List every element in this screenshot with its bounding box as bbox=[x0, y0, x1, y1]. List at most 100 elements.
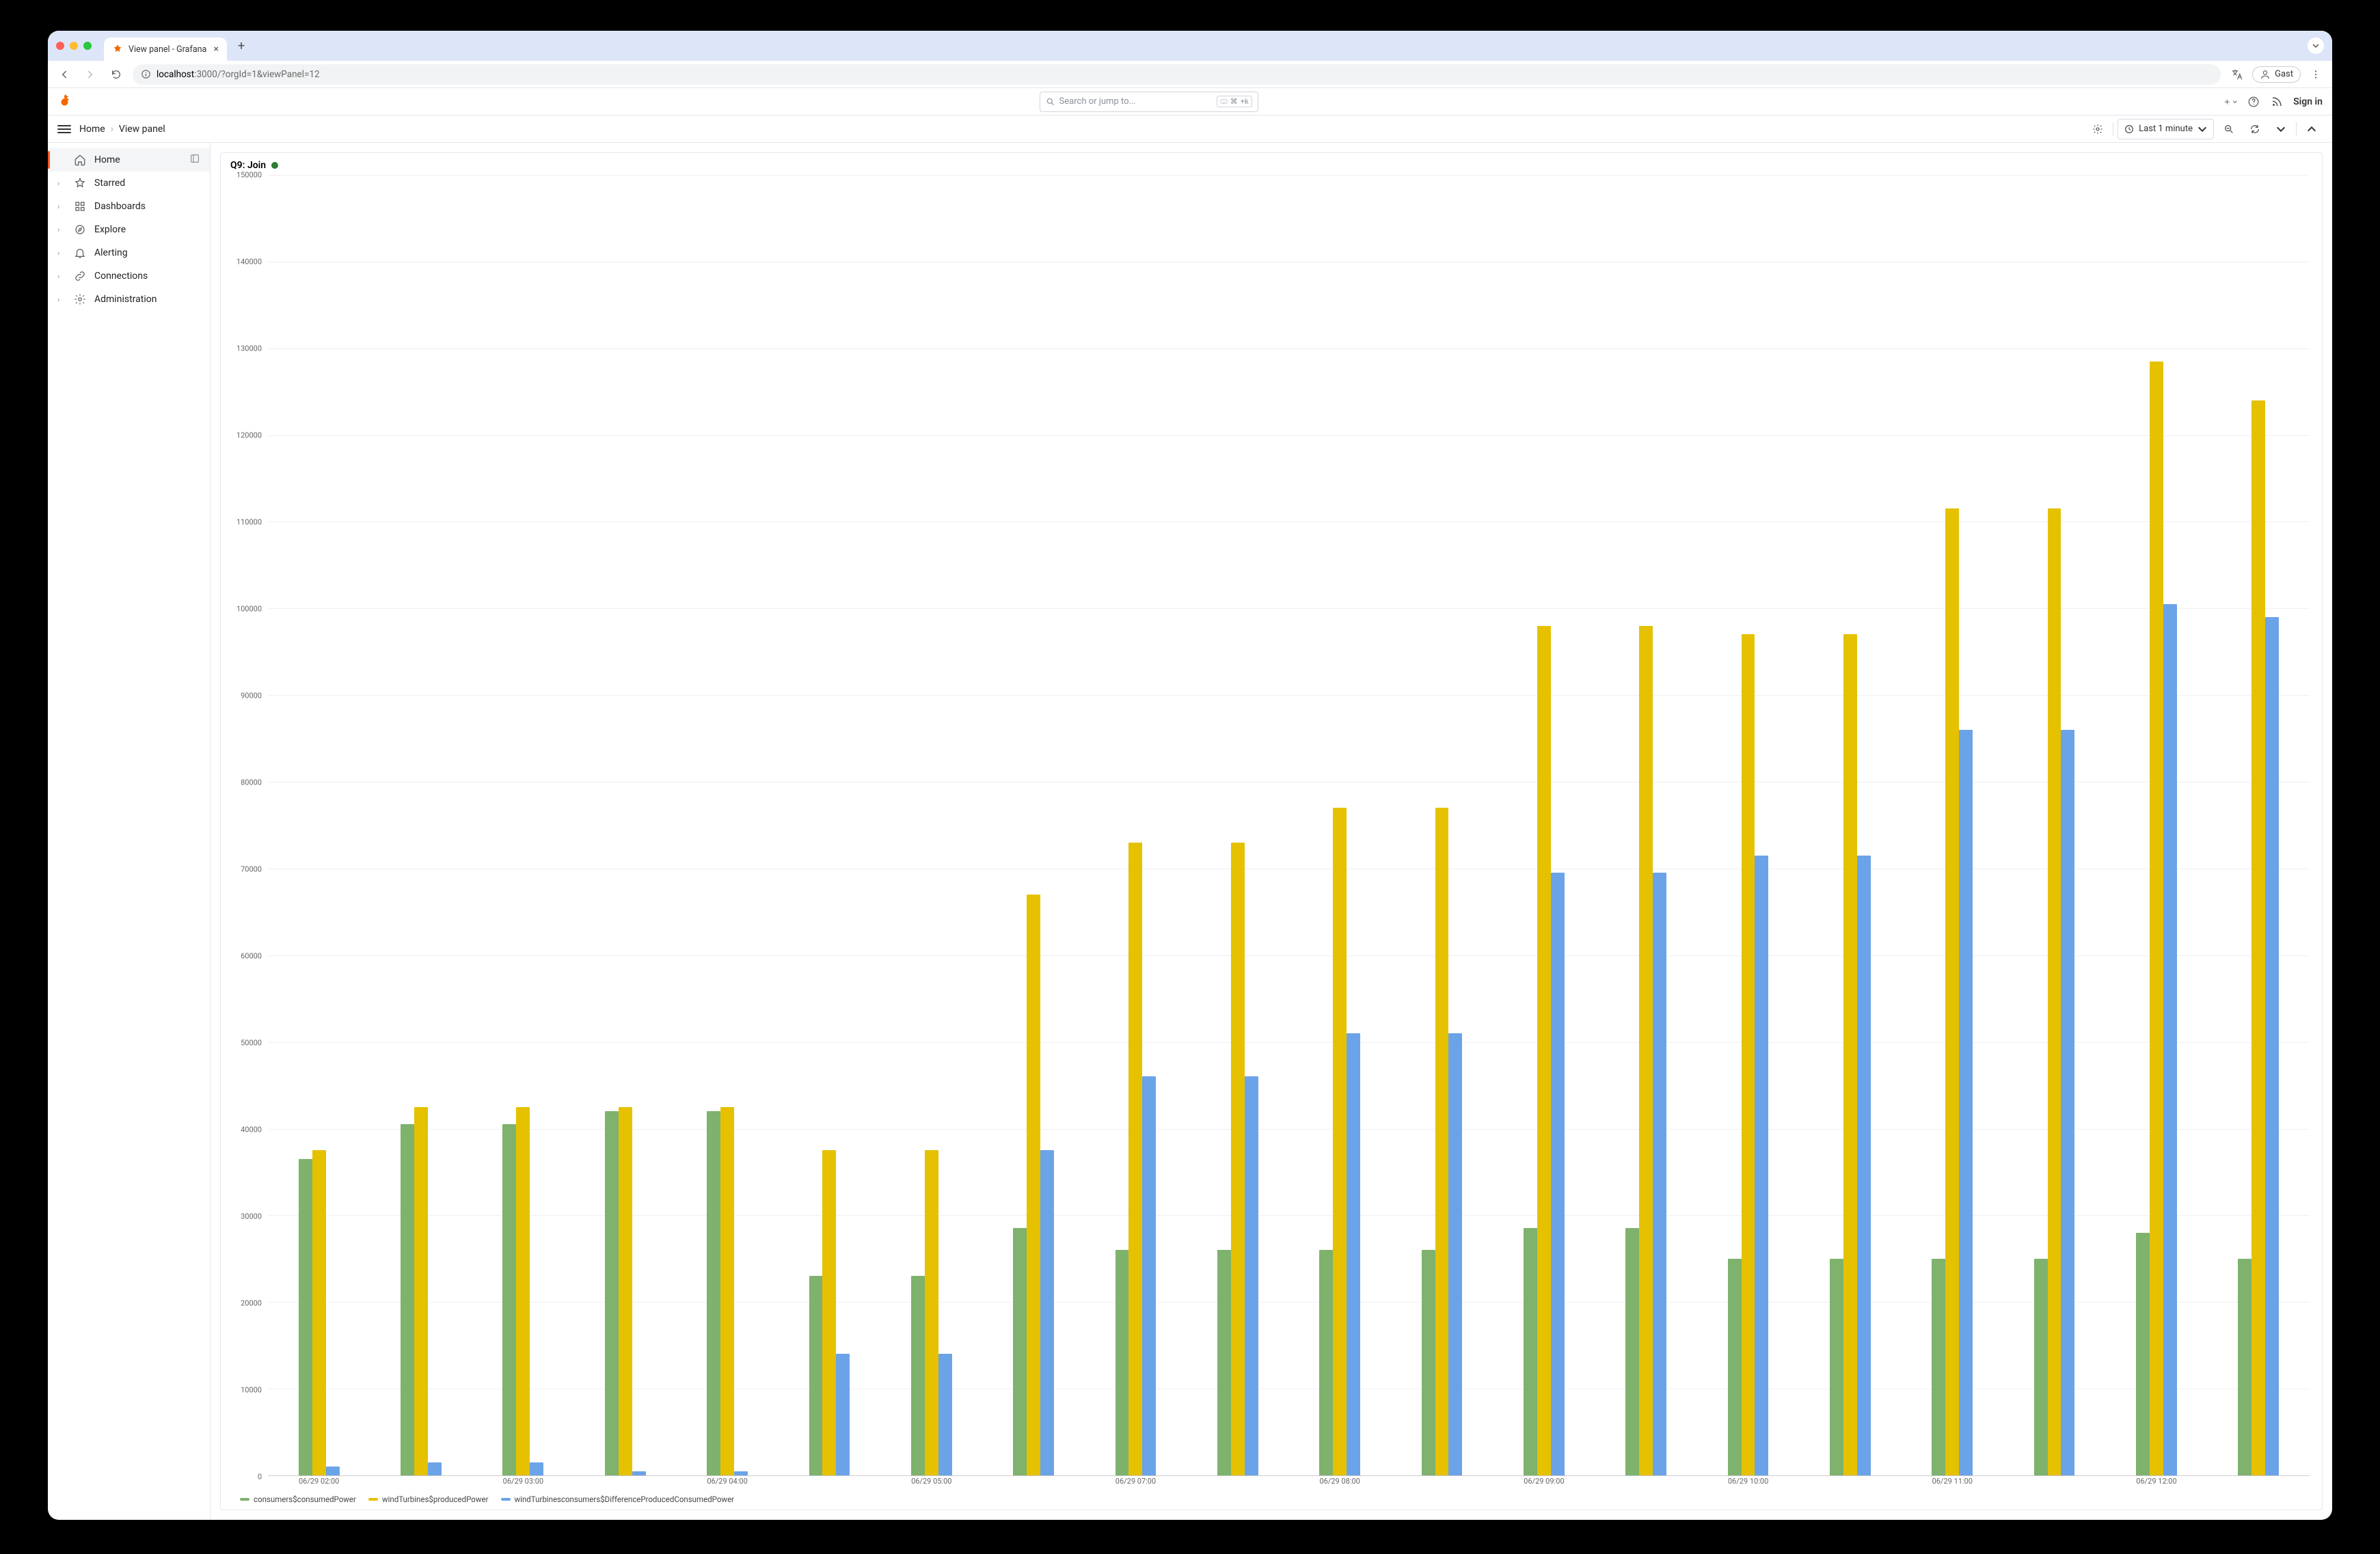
menu-toggle-button[interactable] bbox=[57, 125, 71, 133]
bar[interactable] bbox=[720, 1107, 734, 1475]
bar[interactable] bbox=[2251, 400, 2265, 1475]
bar[interactable] bbox=[530, 1462, 543, 1475]
zoom-out-button[interactable] bbox=[2218, 119, 2240, 139]
bar[interactable] bbox=[1040, 1150, 1054, 1475]
bar[interactable] bbox=[502, 1124, 516, 1475]
bar[interactable] bbox=[1830, 1259, 1843, 1475]
maximize-window-button[interactable] bbox=[83, 42, 92, 50]
sidebar-item-home[interactable]: Home bbox=[48, 148, 210, 172]
dashboard-settings-button[interactable] bbox=[2087, 119, 2109, 139]
refresh-button[interactable] bbox=[2244, 119, 2266, 139]
new-tab-button[interactable]: + bbox=[232, 39, 250, 53]
url-input[interactable]: localhost:3000/?orgId=1&viewPanel=12 bbox=[133, 64, 2221, 85]
collapse-button[interactable] bbox=[2301, 119, 2323, 139]
bar[interactable] bbox=[2061, 730, 2074, 1475]
bar[interactable] bbox=[1422, 1250, 1435, 1475]
bar[interactable] bbox=[1333, 808, 1347, 1475]
bar[interactable] bbox=[938, 1354, 952, 1475]
help-button[interactable] bbox=[2247, 95, 2260, 109]
bar[interactable] bbox=[1142, 1076, 1156, 1475]
sidebar-item-connections[interactable]: › Connections bbox=[48, 264, 210, 288]
close-window-button[interactable] bbox=[56, 42, 64, 50]
bar[interactable] bbox=[619, 1107, 632, 1475]
sidebar-item-starred[interactable]: › Starred bbox=[48, 172, 210, 195]
reload-button[interactable] bbox=[107, 65, 126, 84]
legend-item[interactable]: windTurbinesconsumers$DifferenceProduced… bbox=[501, 1495, 735, 1504]
bar[interactable] bbox=[1742, 634, 1755, 1475]
bar[interactable] bbox=[1319, 1250, 1333, 1475]
back-button[interactable] bbox=[55, 65, 74, 84]
translate-button[interactable] bbox=[2228, 65, 2247, 84]
bar[interactable] bbox=[632, 1471, 646, 1475]
site-info-icon[interactable] bbox=[141, 69, 151, 79]
bar[interactable] bbox=[911, 1276, 925, 1475]
bar[interactable] bbox=[836, 1354, 850, 1475]
bar[interactable] bbox=[1217, 1250, 1231, 1475]
bar[interactable] bbox=[1843, 634, 1857, 1475]
bar[interactable] bbox=[1959, 730, 1973, 1475]
bar[interactable] bbox=[1231, 843, 1245, 1475]
add-menu-button[interactable] bbox=[2223, 95, 2237, 109]
sidebar-item-explore[interactable]: › Explore bbox=[48, 218, 210, 241]
bar[interactable] bbox=[1347, 1033, 1360, 1475]
bar[interactable] bbox=[1027, 895, 1040, 1475]
forward-button[interactable] bbox=[81, 65, 100, 84]
bar[interactable] bbox=[1435, 808, 1449, 1475]
bar[interactable] bbox=[1128, 843, 1142, 1475]
bar[interactable] bbox=[1524, 1228, 1537, 1475]
bar[interactable] bbox=[1945, 508, 1959, 1475]
bar[interactable] bbox=[1639, 626, 1653, 1475]
bar[interactable] bbox=[2150, 362, 2163, 1475]
bar[interactable] bbox=[734, 1471, 748, 1475]
bar[interactable] bbox=[2238, 1259, 2251, 1475]
legend-item[interactable]: windTurbines$producedPower bbox=[368, 1495, 489, 1504]
bar[interactable] bbox=[1448, 1033, 1462, 1475]
profile-button[interactable]: Gast bbox=[2252, 66, 2301, 83]
bar[interactable] bbox=[2136, 1233, 2150, 1475]
bar[interactable] bbox=[401, 1124, 414, 1475]
bar[interactable] bbox=[414, 1107, 428, 1475]
tab-overflow-button[interactable] bbox=[2308, 38, 2324, 54]
browser-tab[interactable]: View panel - Grafana × bbox=[104, 38, 227, 61]
search-input[interactable]: Search or jump to... ⌘+k bbox=[1040, 92, 1258, 112]
sidebar-item-alerting[interactable]: › Alerting bbox=[48, 241, 210, 264]
close-tab-icon[interactable]: × bbox=[214, 44, 219, 55]
browser-menu-button[interactable] bbox=[2306, 65, 2325, 84]
bar[interactable] bbox=[516, 1107, 530, 1475]
bar[interactable] bbox=[2048, 508, 2061, 1475]
dock-icon[interactable] bbox=[189, 153, 200, 167]
bar[interactable] bbox=[2034, 1259, 2048, 1475]
bar[interactable] bbox=[1115, 1250, 1129, 1475]
breadcrumb-home[interactable]: Home bbox=[79, 124, 105, 135]
bar[interactable] bbox=[707, 1111, 720, 1475]
bar[interactable] bbox=[1728, 1259, 1742, 1475]
legend-item[interactable]: consumers$consumedPower bbox=[240, 1495, 356, 1504]
bar[interactable] bbox=[2265, 617, 2279, 1475]
news-button[interactable] bbox=[2270, 95, 2284, 109]
bar[interactable] bbox=[605, 1111, 619, 1475]
bar[interactable] bbox=[1013, 1228, 1027, 1475]
bar[interactable] bbox=[326, 1467, 340, 1475]
refresh-interval-button[interactable] bbox=[2270, 119, 2292, 139]
signin-link[interactable]: Sign in bbox=[2293, 96, 2323, 107]
bar[interactable] bbox=[1551, 873, 1565, 1475]
minimize-window-button[interactable] bbox=[70, 42, 78, 50]
chart-area[interactable]: 0100002000030000400005000060000700008000… bbox=[230, 175, 2312, 1490]
sidebar-item-administration[interactable]: › Administration bbox=[48, 288, 210, 311]
bar[interactable] bbox=[312, 1150, 326, 1475]
bar[interactable] bbox=[822, 1150, 836, 1475]
time-range-picker[interactable]: Last 1 minute bbox=[2118, 119, 2214, 139]
bar[interactable] bbox=[925, 1150, 938, 1475]
grafana-logo-icon[interactable] bbox=[57, 94, 74, 110]
bar[interactable] bbox=[1857, 856, 1871, 1475]
bar[interactable] bbox=[299, 1159, 312, 1475]
bar[interactable] bbox=[1653, 873, 1666, 1475]
bar[interactable] bbox=[1625, 1228, 1639, 1475]
bar[interactable] bbox=[1932, 1259, 1945, 1475]
bar[interactable] bbox=[809, 1276, 823, 1475]
sidebar-item-dashboards[interactable]: › Dashboards bbox=[48, 195, 210, 218]
bar[interactable] bbox=[428, 1462, 442, 1475]
bar[interactable] bbox=[1245, 1076, 1258, 1475]
bar[interactable] bbox=[1755, 856, 1768, 1475]
bar[interactable] bbox=[1537, 626, 1551, 1475]
